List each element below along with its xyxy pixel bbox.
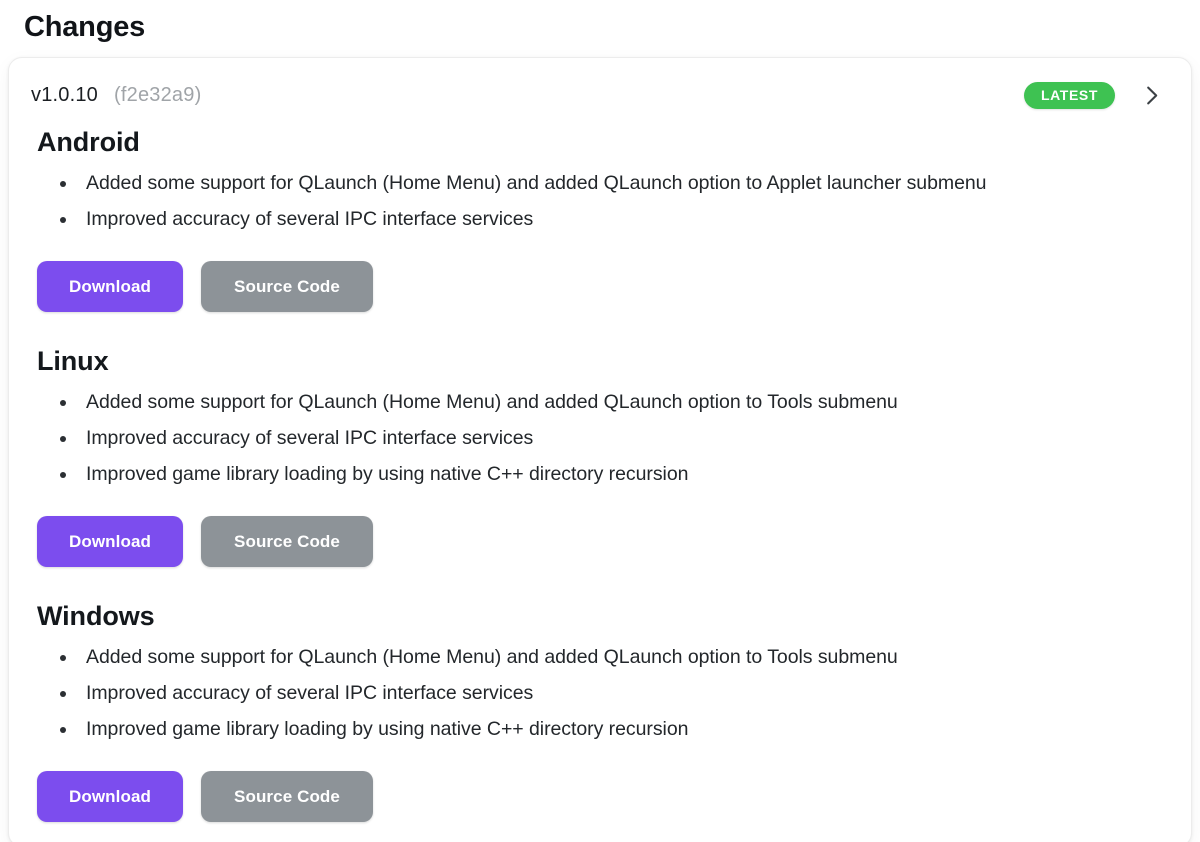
change-text: Added some support for QLaunch (Home Men… — [86, 646, 898, 668]
change-text: Improved accuracy of several IPC interfa… — [86, 427, 534, 449]
download-button[interactable]: Download — [37, 516, 183, 567]
platform-section-linux: Linux Added some support for QLaunch (Ho… — [31, 334, 1169, 589]
bullet-icon — [60, 472, 66, 478]
changes-list-linux: Added some support for QLaunch (Home Men… — [31, 384, 1169, 492]
bullet-icon — [60, 436, 66, 442]
download-button[interactable]: Download — [37, 771, 183, 822]
source-code-button[interactable]: Source Code — [201, 516, 373, 567]
release-card: v1.0.10 (f2e32a9) LATEST Android Added s… — [8, 57, 1192, 842]
page-title: Changes — [24, 11, 146, 43]
list-item: Added some support for QLaunch (Home Men… — [31, 639, 1169, 675]
release-card-body: Android Added some support for QLaunch (… — [9, 115, 1191, 842]
release-version: v1.0.10 — [31, 84, 99, 106]
changes-page: Changes v1.0.10 (f2e32a9) LATEST Android… — [0, 0, 1200, 842]
change-text: Improved accuracy of several IPC interfa… — [86, 682, 534, 704]
change-text: Added some support for QLaunch (Home Men… — [86, 391, 898, 413]
platform-heading: Linux — [37, 346, 109, 376]
bullet-icon — [60, 400, 66, 406]
list-item: Improved game library loading by using n… — [31, 456, 1169, 492]
platform-section-android: Android Added some support for QLaunch (… — [31, 115, 1169, 334]
bullet-icon — [60, 181, 66, 187]
changes-list-android: Added some support for QLaunch (Home Men… — [31, 165, 1169, 237]
bullet-icon — [60, 655, 66, 661]
download-button[interactable]: Download — [37, 261, 183, 312]
platform-heading: Android — [37, 127, 140, 157]
bullet-icon — [60, 727, 66, 733]
list-item: Added some support for QLaunch (Home Men… — [31, 384, 1169, 420]
change-text: Improved game library loading by using n… — [86, 463, 689, 485]
source-code-button[interactable]: Source Code — [201, 771, 373, 822]
change-text: Added some support for QLaunch (Home Men… — [86, 172, 987, 194]
list-item: Improved accuracy of several IPC interfa… — [31, 675, 1169, 711]
list-item: Improved game library loading by using n… — [31, 711, 1169, 747]
button-row-linux: Download Source Code — [31, 492, 1169, 589]
button-row-android: Download Source Code — [31, 237, 1169, 334]
release-card-header: v1.0.10 (f2e32a9) LATEST — [9, 58, 1191, 115]
platform-section-windows: Windows Added some support for QLaunch (… — [31, 589, 1169, 842]
change-text: Improved accuracy of several IPC interfa… — [86, 208, 534, 230]
source-code-button[interactable]: Source Code — [201, 261, 373, 312]
release-commit-hash: (f2e32a9) — [114, 84, 202, 106]
list-item: Improved accuracy of several IPC interfa… — [31, 420, 1169, 456]
change-text: Improved game library loading by using n… — [86, 718, 689, 740]
chevron-right-icon[interactable] — [1141, 85, 1163, 107]
list-item: Added some support for QLaunch (Home Men… — [31, 165, 1169, 201]
platform-heading: Windows — [37, 601, 155, 631]
bullet-icon — [60, 691, 66, 697]
status-badge-latest: LATEST — [1023, 82, 1115, 109]
changes-list-windows: Added some support for QLaunch (Home Men… — [31, 639, 1169, 747]
button-row-windows: Download Source Code — [31, 747, 1169, 842]
list-item: Improved accuracy of several IPC interfa… — [31, 201, 1169, 237]
bullet-icon — [60, 217, 66, 223]
